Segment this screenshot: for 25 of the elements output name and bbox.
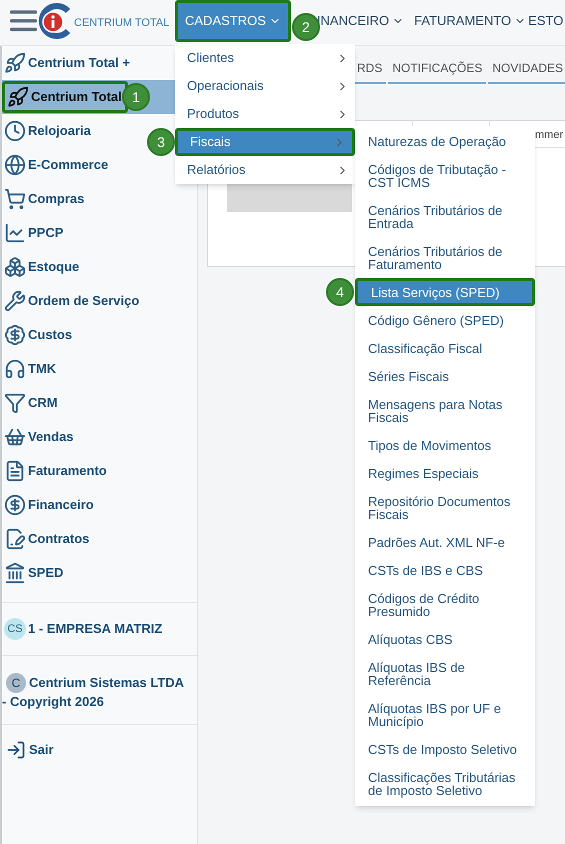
sidebar-label: Custos <box>28 326 72 344</box>
sidebar-label: Vendas <box>28 428 74 446</box>
sidebar-label: Centrium Total <box>31 88 122 106</box>
sidebar-label: E-Commerce <box>28 156 108 174</box>
table-header-cell-text: mmer <box>535 128 564 143</box>
sidebar-label: PPCP <box>28 224 64 242</box>
sidebar-label: Centrium Total + <box>28 54 130 72</box>
company-avatar: CS <box>4 618 26 640</box>
sidebar-label: Estoque <box>28 258 80 276</box>
sidebar-label: TMK <box>28 360 56 378</box>
copyright-text: Centrium Sistemas LTDA <box>29 674 184 692</box>
sidebar-label: SPED <box>28 564 64 582</box>
company-avatar: C <box>6 673 26 693</box>
callout-badge: 2 <box>292 13 320 41</box>
sidebar-label: Ordem de Serviço <box>28 292 140 310</box>
callout-badge: 1 <box>122 83 150 111</box>
sidebar-label: Relojoaria <box>28 122 91 140</box>
copyright-text: - Copyright 2026 <box>2 693 105 711</box>
sidebar-label: CRM <box>28 394 58 412</box>
app-title: CENTRIUM TOTAL <box>74 16 170 31</box>
sidebar-label: Faturamento <box>28 462 107 480</box>
company-label: 1 - EMPRESA MATRIZ <box>28 620 162 638</box>
sidebar-label: Financeiro <box>28 496 94 514</box>
sidebar-label: Contratos <box>28 530 90 548</box>
sidebar-label: Compras <box>28 190 84 208</box>
